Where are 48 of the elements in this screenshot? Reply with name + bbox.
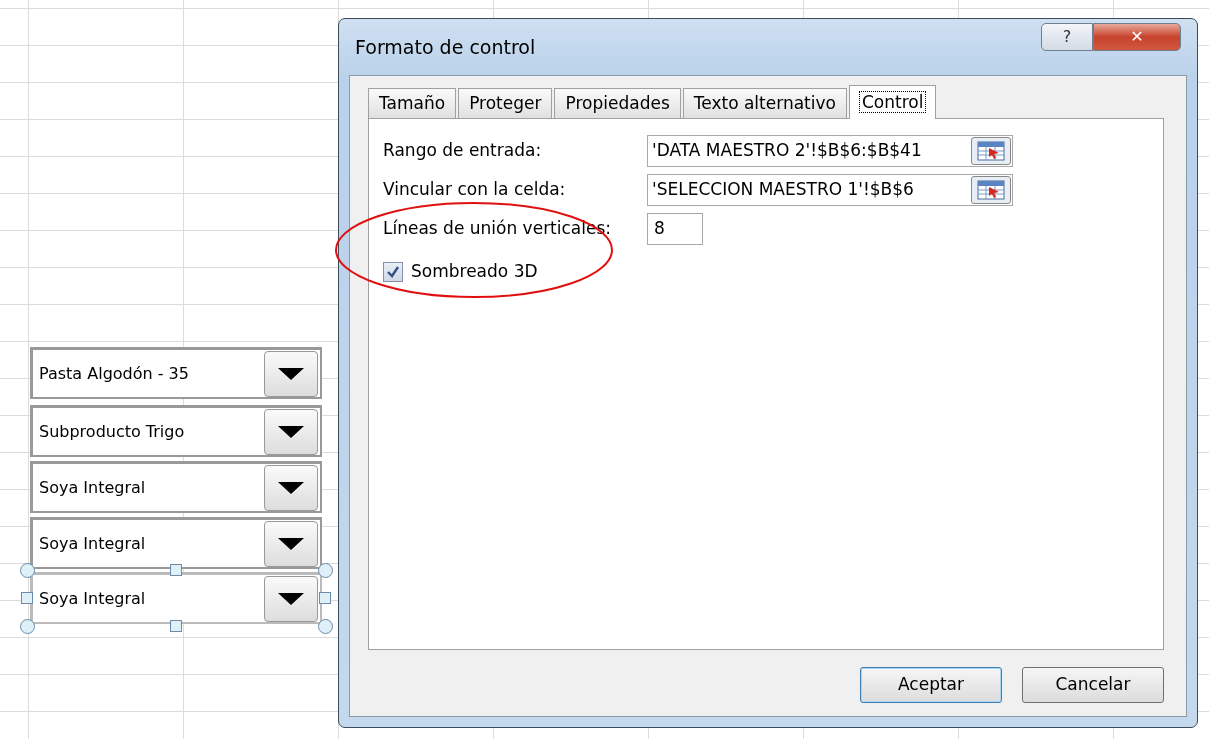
caret-icon (278, 367, 304, 380)
caret-icon (278, 537, 304, 550)
dropdown[interactable]: Soya Integral (30, 517, 322, 569)
range-field[interactable]: 'DATA MAESTRO 2'!$B$6:$B$41 (647, 135, 1013, 167)
dropdown-button[interactable] (264, 520, 318, 567)
resize-handle[interactable] (319, 592, 331, 604)
field-label: Vincular con la celda: (383, 178, 567, 202)
dropdown-value: Pasta Algodón - 35 (39, 362, 190, 385)
dropdown-button[interactable] (264, 575, 318, 622)
tab[interactable]: Proteger (458, 88, 553, 118)
tab[interactable]: Propiedades (554, 88, 681, 118)
dropdown-value: Soya Integral (39, 587, 147, 610)
dropdown[interactable]: Subproducto Trigo (30, 405, 322, 457)
resize-handle[interactable] (21, 592, 33, 604)
dropdown[interactable]: Pasta Algodón - 35 (30, 347, 322, 399)
close-button[interactable]: ✕ (1093, 23, 1181, 51)
resize-handle[interactable] (317, 618, 333, 634)
dropdown[interactable]: Soya Integral (30, 461, 322, 513)
dialog-button[interactable]: Cancelar (1022, 667, 1164, 703)
resize-handle[interactable] (170, 564, 182, 576)
checkbox-label: Sombreado 3D (411, 260, 538, 283)
range-select-icon (977, 141, 1005, 161)
resize-handle[interactable] (170, 620, 182, 632)
caret-icon (278, 592, 304, 605)
range-select-button[interactable] (971, 176, 1011, 204)
resize-handle[interactable] (19, 562, 35, 578)
field-label: Rango de entrada: (383, 139, 543, 163)
range-select-icon (977, 180, 1005, 200)
tab[interactable]: Control (848, 85, 937, 119)
dropdown-button[interactable] (264, 350, 318, 397)
help-button[interactable]: ? (1041, 23, 1093, 51)
dropdown-button[interactable] (264, 408, 318, 455)
checkbox[interactable] (383, 261, 403, 282)
tab[interactable]: Texto alternativo (682, 88, 847, 118)
resize-handle[interactable] (19, 618, 35, 634)
dialog-button[interactable]: Aceptar (860, 667, 1002, 703)
window-title: Formato de control (355, 34, 536, 60)
dropdown-value: Soya Integral (39, 476, 147, 499)
dropdown-value: Subproducto Trigo (39, 420, 186, 443)
number-field[interactable]: 8 (647, 213, 703, 245)
caret-icon (278, 481, 304, 494)
range-select-button[interactable] (971, 137, 1011, 165)
caret-icon (278, 425, 304, 438)
dropdown-value: Soya Integral (39, 532, 147, 555)
tab[interactable]: Tamaño (368, 88, 457, 118)
dropdown[interactable]: Soya Integral (30, 572, 322, 624)
dropdown-button[interactable] (264, 464, 318, 511)
range-field[interactable]: 'SELECCION MAESTRO 1'!$B$6 (647, 174, 1013, 206)
